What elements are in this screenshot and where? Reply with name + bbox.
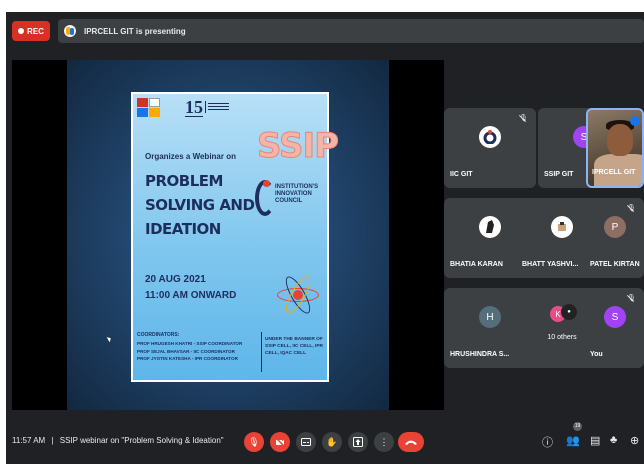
participant-name: BHATIA KARAN	[450, 261, 503, 268]
captions-icon	[301, 438, 311, 446]
hand-icon: ✋	[326, 436, 338, 447]
hang-up-icon	[405, 440, 417, 445]
camera-person-face	[607, 124, 633, 156]
raise-hand-button[interactable]: ✋	[322, 432, 342, 452]
title-line-3: IDEATION	[145, 220, 221, 238]
banner-text: UNDER THE BANNER OF SSIP CELL, IIC CELL,…	[265, 337, 324, 356]
people-icon[interactable]: 👥	[566, 434, 580, 447]
avatar: S	[604, 306, 626, 328]
participant-name: PATEL KIRTAN	[590, 261, 640, 268]
participant-tile-iprcell-git[interactable]: IPRCELL GIT	[586, 108, 644, 188]
webinar-date: 20 AUG 2021	[145, 274, 206, 285]
mic-off-icon: 🎙	[627, 295, 636, 302]
present-screen-icon	[353, 437, 363, 447]
present-button[interactable]	[348, 432, 368, 452]
presenting-text: IPRCELL GIT is presenting	[84, 26, 186, 36]
mic-toggle-button[interactable]: 🎙	[244, 432, 264, 452]
title-line-1: PROBLEM	[145, 172, 223, 190]
participant-count-badge: 19	[573, 422, 582, 431]
participant-name: You	[590, 351, 603, 358]
participant-name: SSIP GIT	[544, 171, 574, 178]
avatar	[551, 216, 573, 238]
avatar: H	[479, 306, 501, 328]
participant-name: IIC GIT	[450, 171, 473, 178]
coordinator-item: PROF SEJAL BHAVSAR - IIC COORDINATOR	[137, 348, 235, 354]
speaking-indicator-icon	[630, 116, 640, 126]
top-bar: REC IPRCELL GIT is presenting	[6, 12, 644, 50]
camera-toggle-button[interactable]	[270, 432, 290, 452]
meeting-info: 11:57 AM | SSIP webinar on "Problem Solv…	[12, 436, 224, 445]
avatar	[479, 126, 501, 148]
meet-window: REC IPRCELL GIT is presenting 15 SSIP Or…	[6, 12, 644, 464]
separator: |	[51, 436, 54, 445]
presenter-logo-icon	[64, 25, 76, 37]
avatar	[479, 216, 501, 238]
camera-off-icon	[275, 437, 285, 447]
mic-off-icon: 🎙	[627, 205, 636, 212]
more-options-button[interactable]: ⋮	[374, 432, 394, 452]
clock-time: 11:57 AM	[12, 436, 46, 445]
avatar: P	[604, 216, 626, 238]
participant-tile-you[interactable]: 🎙 S You	[586, 288, 644, 368]
others-avatars: K ●	[550, 304, 580, 324]
organizes-text: Organizes a Webinar on	[145, 152, 236, 161]
webinar-poster: 15 SSIP Organizes a Webinar on PROBLEM S…	[131, 92, 340, 382]
mic-off-icon: 🎙	[519, 115, 528, 122]
leave-call-button[interactable]	[398, 432, 424, 452]
coordinators-list: PROF HRUGESH KHATRI - SSIP COORDINATOR P…	[137, 340, 259, 363]
info-icon[interactable]: ⓘ	[542, 434, 553, 450]
activities-icon[interactable]: ♣	[610, 434, 617, 446]
more-vert-icon: ⋮	[379, 436, 389, 447]
record-dot-icon	[18, 28, 25, 34]
coordinator-item: PROF JYOTIN KATESHA - IPR COORDINATOR	[137, 356, 238, 361]
presentation-stage[interactable]: 15 SSIP Organizes a Webinar on PROBLEM S…	[12, 60, 444, 410]
presenting-banner: IPRCELL GIT is presenting	[58, 19, 644, 43]
divider	[261, 332, 262, 372]
iic-logo-icon	[255, 180, 277, 218]
atom-icon	[273, 270, 323, 320]
anniversary-badge: 15	[185, 97, 203, 117]
rec-label: REC	[27, 26, 44, 36]
webinar-time: 11:00 AM ONWARD	[145, 290, 237, 301]
captions-button[interactable]	[296, 432, 316, 452]
iic-text: INSTITUTION'S INNOVATION COUNCIL	[275, 184, 319, 204]
coordinator-item: PROF HRUGESH KHATRI - SSIP COORDINATOR	[137, 341, 243, 346]
ssip-logo: SSIP	[256, 126, 339, 167]
college-logo	[137, 98, 161, 120]
title-line-2: SOLVING AND	[145, 196, 255, 214]
recording-indicator: REC	[12, 21, 50, 41]
coordinators-heading: COORDINATORS:	[137, 332, 180, 338]
mic-off-icon: 🎙	[248, 436, 260, 447]
host-controls-icon[interactable]: ⊕	[630, 434, 639, 447]
chat-icon[interactable]: ▤	[590, 434, 600, 447]
participant-tile-iic-git[interactable]: 🎙 IIC GIT	[444, 108, 536, 188]
participant-tile-patel-kirtan[interactable]: 🎙 P PATEL KIRTAN	[586, 198, 644, 278]
meeting-title: SSIP webinar on "Problem Solving & Ideat…	[59, 436, 224, 445]
bottom-bar: 11:57 AM | SSIP webinar on "Problem Solv…	[6, 420, 644, 464]
participant-name: BHATT YASHVI...	[522, 261, 579, 268]
avatar: ●	[561, 304, 577, 320]
participant-name: IPRCELL GIT	[592, 169, 636, 176]
participant-name: HRUSHINDRA S...	[450, 351, 510, 358]
anniversary-lines	[205, 101, 231, 113]
